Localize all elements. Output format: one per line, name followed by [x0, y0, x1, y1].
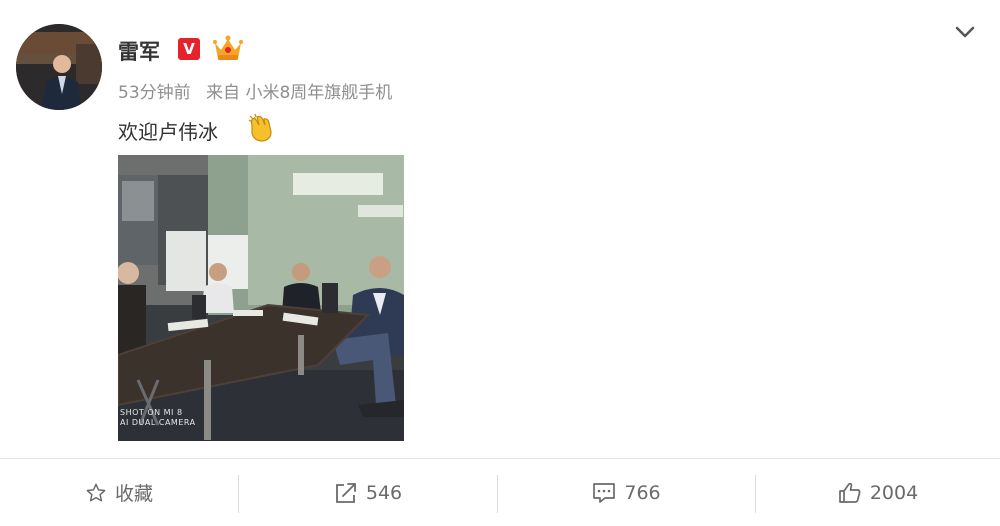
post-source[interactable]: 来自 小米8周年旗舰手机	[206, 83, 392, 103]
author-name[interactable]: 雷军	[118, 36, 160, 66]
favorite-label: 收藏	[114, 483, 153, 505]
comment-button[interactable]: 766	[498, 459, 755, 526]
share-button[interactable]: 546	[239, 459, 497, 526]
action-bar: 收藏 546 766 2004	[0, 458, 1000, 526]
post-time[interactable]: 53分钟前	[118, 83, 191, 103]
star-icon	[86, 483, 106, 501]
share-icon	[335, 482, 356, 503]
comment-icon	[593, 482, 616, 503]
chevron-down-icon[interactable]	[952, 20, 978, 44]
thumbs-up-icon	[838, 482, 861, 503]
verified-badge: V	[178, 38, 200, 60]
clapping-hands-icon	[248, 113, 272, 142]
watermark-line-2: AI DUAL CAMERA	[120, 418, 196, 427]
comment-count: 766	[624, 481, 661, 504]
post-meta: 53分钟前 来自 小米8周年旗舰手机	[118, 78, 402, 103]
share-count: 546	[365, 481, 403, 504]
photo-watermark: SHOT ON MI 8 AI DUAL CAMERA	[120, 408, 196, 428]
avatar[interactable]	[16, 24, 102, 110]
post-text: 欢迎卢伟冰	[118, 120, 218, 144]
favorite-button[interactable]: 收藏	[0, 459, 238, 526]
crown-icon	[213, 35, 243, 60]
weibo-post-card: 雷军 V 53分钟前 来自 小米8周年旗舰手机 欢迎卢伟冰 SHOT ON MI…	[0, 0, 1000, 526]
post-photo[interactable]	[118, 155, 404, 441]
like-count: 2004	[869, 481, 919, 504]
watermark-line-1: SHOT ON MI 8	[120, 408, 183, 417]
like-button[interactable]: 2004	[756, 459, 1000, 526]
